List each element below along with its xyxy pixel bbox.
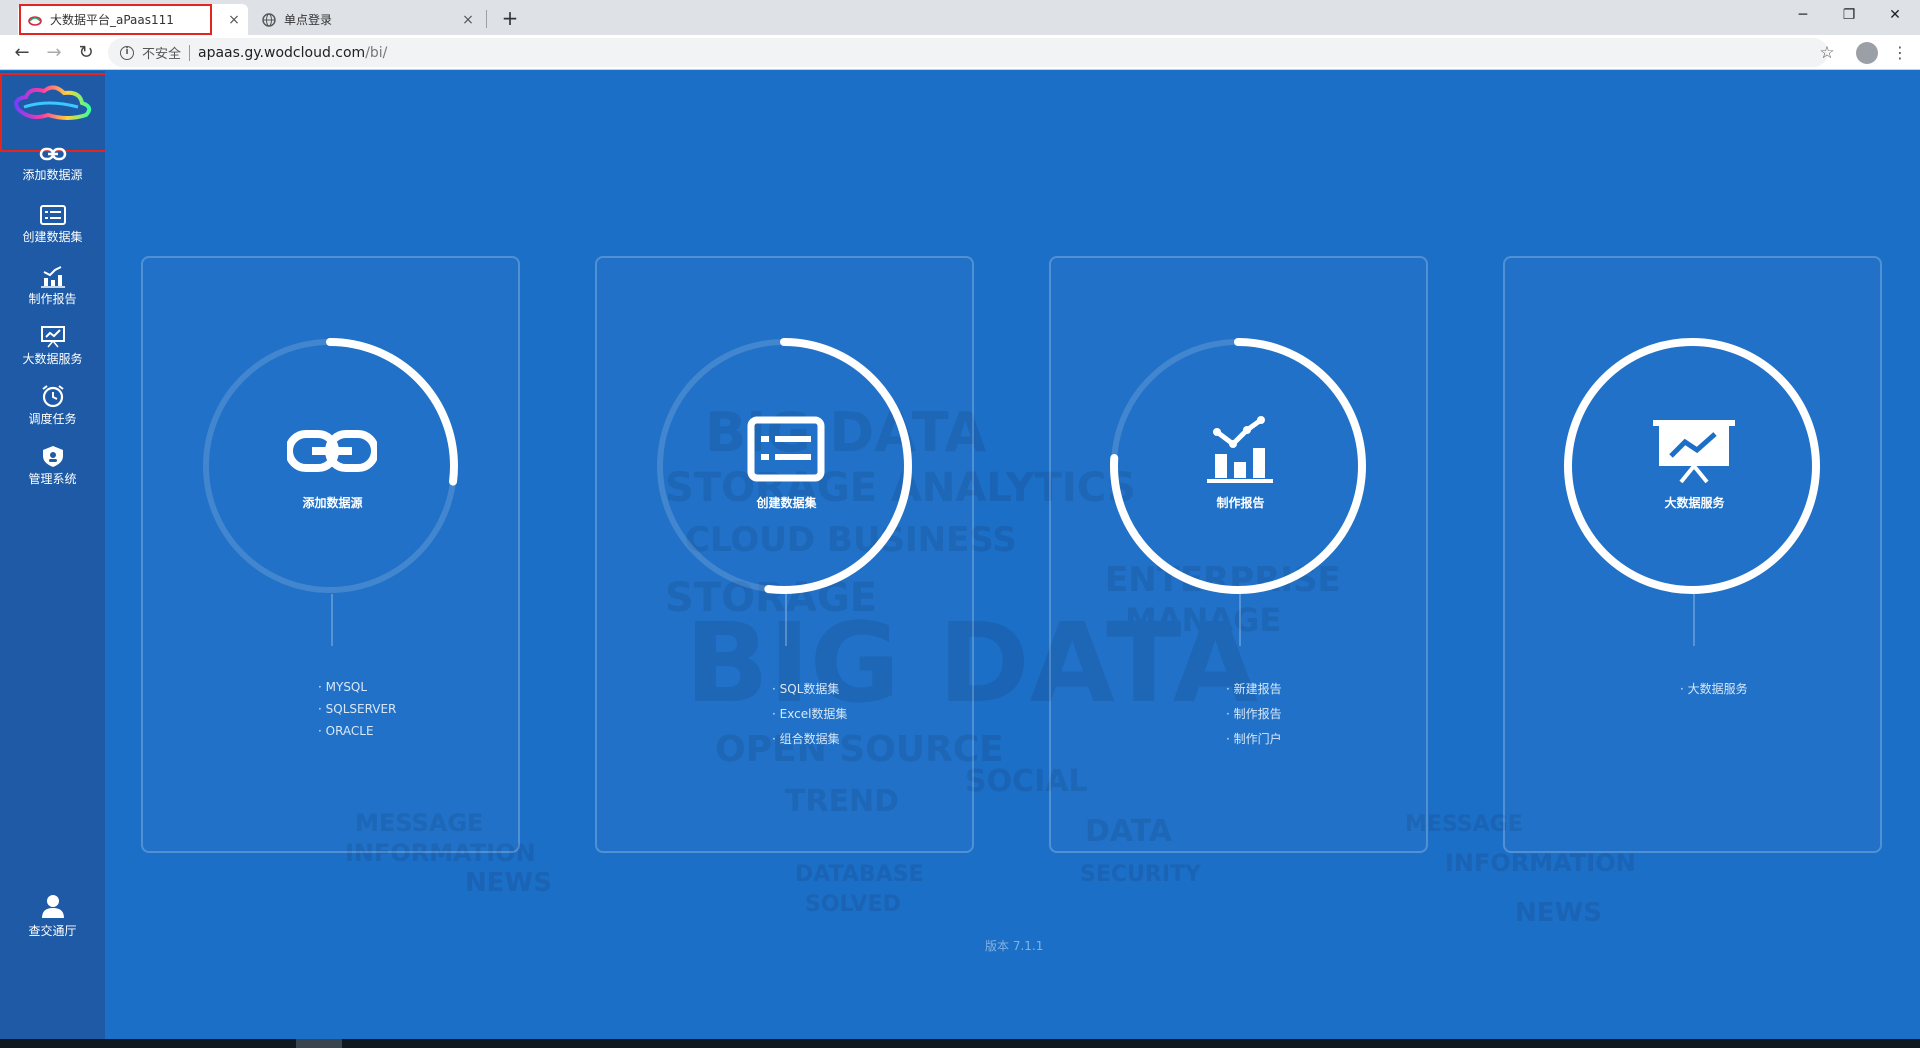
tab-highlight-box: [19, 4, 212, 35]
card-title: 制作报告: [1216, 496, 1265, 510]
card-link[interactable]: · MYSQL: [318, 680, 396, 694]
card-link[interactable]: · ORACLE: [318, 724, 396, 738]
card-bigdata-service[interactable]: 大数据服务 · 大数据服务: [1503, 256, 1882, 853]
list-icon: [39, 205, 66, 225]
window-close-button[interactable]: ✕: [1872, 0, 1918, 30]
url-path: /bi/: [365, 44, 388, 61]
os-taskbar: [0, 1039, 1920, 1048]
card-links: · MYSQL · SQLSERVER · ORACLE: [318, 680, 396, 746]
card-links: · 新建报告 · 制作报告 · 制作门户: [1226, 680, 1282, 755]
card-link[interactable]: · Excel数据集: [772, 705, 847, 722]
card-stem: [331, 594, 333, 646]
sidebar-item-schedule-task[interactable]: 调度任务: [0, 380, 105, 436]
info-icon[interactable]: i: [120, 45, 134, 60]
svg-text:DATABASE: DATABASE: [795, 862, 924, 887]
back-button[interactable]: ←: [8, 39, 36, 67]
list-icon: [747, 416, 825, 482]
omnibox-separator: [189, 44, 191, 61]
svg-text:SOLVED: SOLVED: [805, 892, 901, 917]
globe-icon: [262, 12, 276, 27]
svg-text:NEWS: NEWS: [465, 868, 552, 898]
card-title: 创建数据集: [756, 496, 817, 510]
bookmark-star-icon[interactable]: ☆: [1814, 40, 1840, 66]
card-make-report[interactable]: 制作报告 · 新建报告 · 制作报告 · 制作门户: [1049, 256, 1428, 853]
presentation-icon: [1653, 420, 1735, 484]
svg-text:SECURITY: SECURITY: [1080, 862, 1202, 887]
browser-menu-icon[interactable]: ⋮: [1890, 40, 1910, 66]
card-link[interactable]: · 新建报告: [1226, 680, 1282, 697]
minimize-button[interactable]: ─: [1780, 0, 1826, 30]
user-label: 查交通厅: [28, 924, 77, 938]
sidebar-user[interactable]: 查交通厅: [0, 888, 105, 944]
card-stem: [1693, 594, 1695, 646]
restore-button[interactable]: ❐: [1826, 0, 1872, 30]
sidebar-item-label: 创建数据集: [22, 230, 83, 244]
tab-title: 单点登录: [284, 13, 333, 27]
version-label: 版本 7.1.1: [985, 939, 1044, 953]
card-link[interactable]: · 组合数据集: [772, 730, 847, 747]
bar-chart-icon: [1207, 416, 1273, 483]
taskbar-item[interactable]: [296, 1039, 342, 1048]
sidebar-item-add-datasource[interactable]: 添加数据源: [0, 140, 105, 196]
sidebar-item-bigdata-service[interactable]: 大数据服务: [0, 320, 105, 376]
main-content: BIG DATA STORAGE ANALYTICS CLOUD BUSINES…: [105, 71, 1920, 1039]
tab-close-icon[interactable]: ×: [458, 12, 478, 28]
card-links: · 大数据服务: [1680, 680, 1748, 705]
card-stem: [785, 594, 787, 646]
sidebar-item-admin-system[interactable]: 管理系统: [0, 440, 105, 496]
url-host: apaas.gy.wodcloud.com: [198, 44, 366, 61]
forward-button[interactable]: →: [40, 39, 68, 67]
tab-sso[interactable]: 单点登录 ×: [252, 4, 482, 35]
card-add-datasource[interactable]: 添加数据源 · MYSQL · SQLSERVER · ORACLE: [141, 256, 520, 853]
sidebar-item-make-report[interactable]: 制作报告: [0, 260, 105, 316]
user-icon: [41, 895, 64, 918]
sidebar-item-label: 大数据服务: [22, 352, 83, 366]
security-label: 不安全: [142, 47, 182, 62]
address-bar[interactable]: i 不安全 apaas.gy.wodcloud.com/bi/: [108, 38, 1828, 67]
tab-separator: [486, 10, 487, 28]
shield-icon: [42, 446, 63, 467]
sidebar-item-label: 制作报告: [28, 292, 77, 306]
tab-close-icon[interactable]: ×: [224, 12, 244, 28]
sidebar-item-label: 调度任务: [28, 412, 77, 426]
card-title: 添加数据源: [302, 496, 363, 510]
svg-text:INFORMATION: INFORMATION: [1445, 849, 1636, 877]
card-stem: [1239, 594, 1241, 646]
card-link[interactable]: · SQLSERVER: [318, 702, 396, 716]
bar-chart-icon: [40, 266, 65, 288]
svg-text:NEWS: NEWS: [1515, 898, 1602, 928]
alarm-clock-icon: [41, 385, 64, 408]
browser-tab-bar: 大数据平台_aPaas111 × 单点登录 × + ─ ❐ ✕: [0, 0, 1920, 35]
sidebar-item-label: 管理系统: [28, 472, 77, 486]
card-create-dataset[interactable]: 创建数据集 · SQL数据集 · Excel数据集 · 组合数据集: [595, 256, 974, 853]
browser-toolbar: ← → ↻ i 不安全 apaas.gy.wodcloud.com/bi/ ☆ …: [0, 35, 1920, 70]
profile-avatar[interactable]: [1856, 42, 1878, 64]
card-link[interactable]: · 大数据服务: [1680, 680, 1748, 697]
card-links: · SQL数据集 · Excel数据集 · 组合数据集: [772, 680, 847, 755]
sidebar-item-label: 添加数据源: [22, 168, 83, 182]
link-icon: [287, 430, 377, 472]
card-title: 大数据服务: [1664, 496, 1725, 510]
card-link[interactable]: · 制作门户: [1226, 730, 1282, 747]
reload-button[interactable]: ↻: [72, 39, 100, 67]
presentation-icon: [40, 326, 65, 348]
card-link[interactable]: · SQL数据集: [772, 680, 847, 697]
link-icon: [39, 147, 66, 161]
card-link[interactable]: · 制作报告: [1226, 705, 1282, 722]
sidebar-item-create-dataset[interactable]: 创建数据集: [0, 200, 105, 256]
new-tab-button[interactable]: +: [496, 4, 524, 32]
